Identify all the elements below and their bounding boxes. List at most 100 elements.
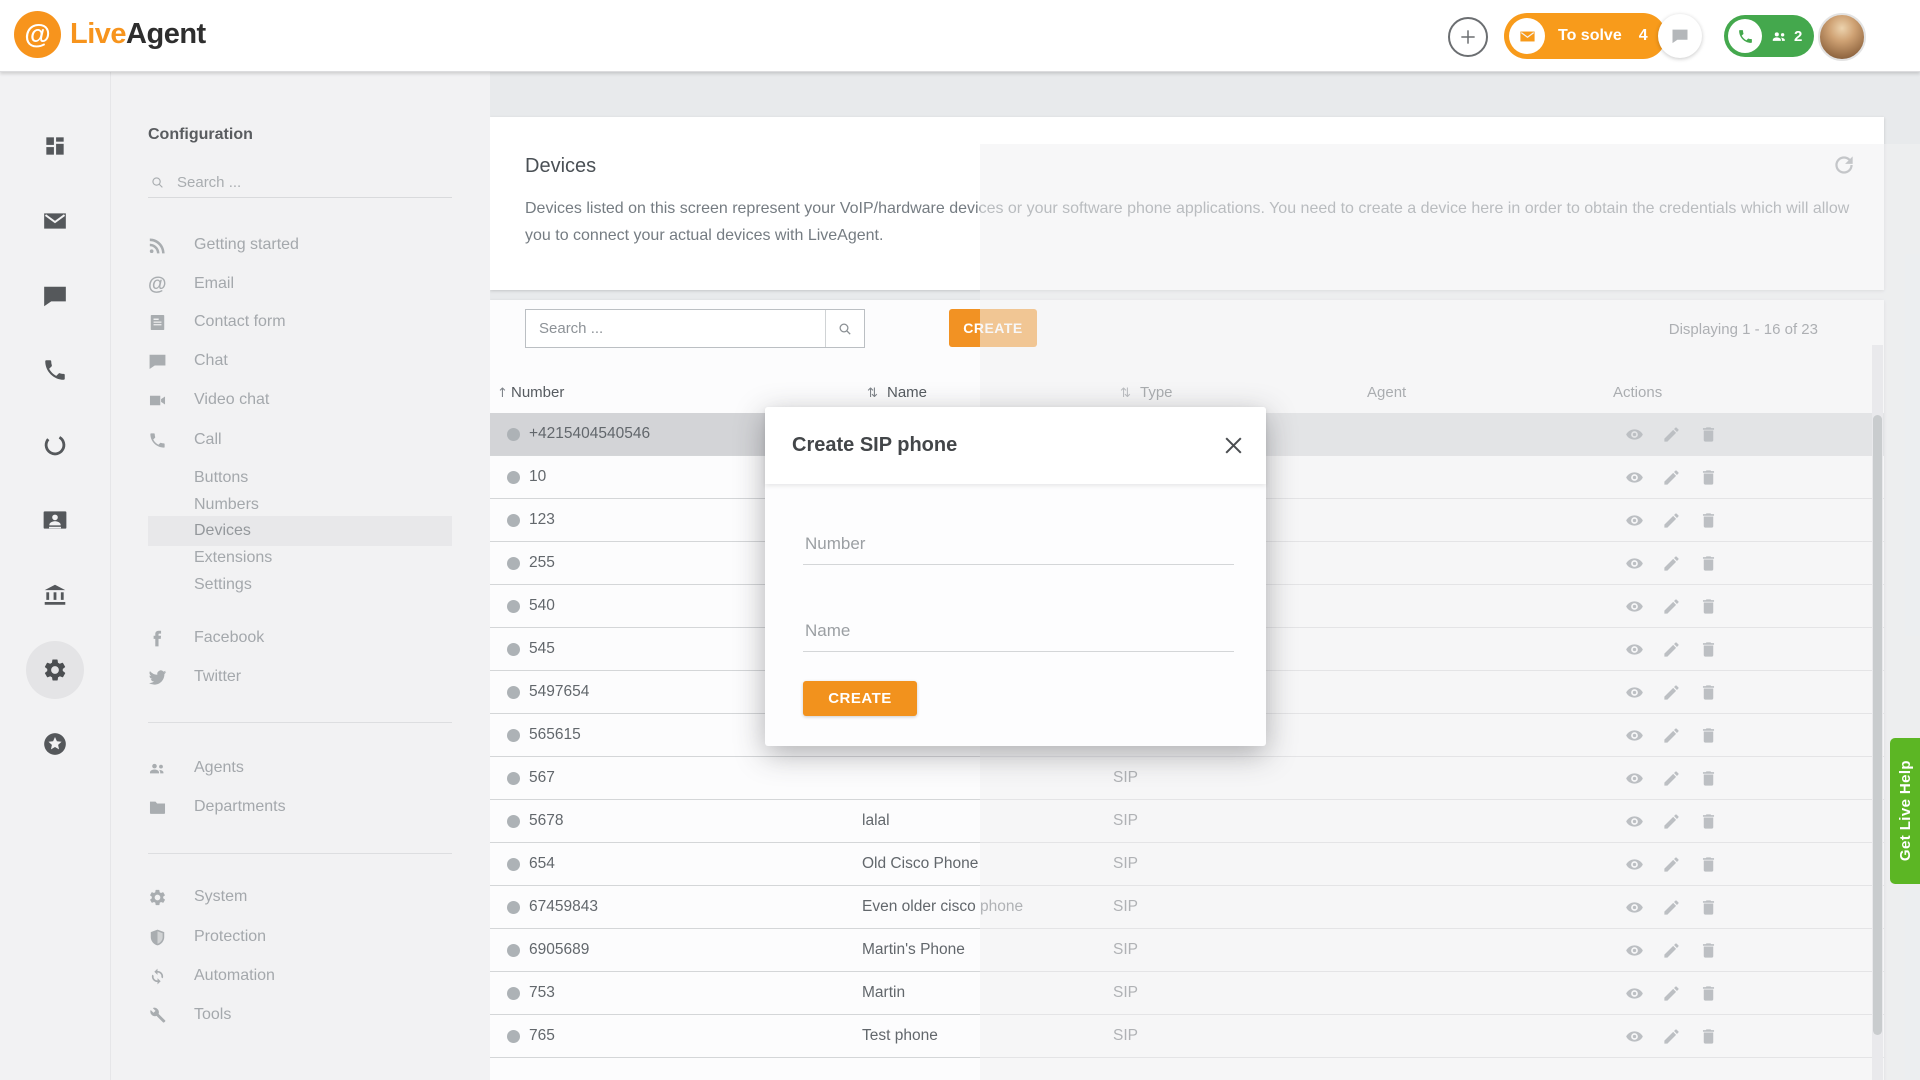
get-live-help-tab[interactable]: Get Live Help: [1890, 738, 1920, 884]
people-icon: [148, 759, 167, 778]
cell-number: 67459843: [529, 886, 598, 928]
add-new-button[interactable]: [1448, 17, 1488, 57]
liveagent-logo[interactable]: @ LiveAgent: [14, 11, 206, 58]
mail-icon: [42, 208, 68, 234]
nav-chat-button[interactable]: [0, 266, 110, 326]
sidebar-item-label: Getting started: [194, 236, 299, 254]
sidebar-item-protection[interactable]: Protection: [148, 922, 452, 952]
sidebar-item-buttons[interactable]: Buttons: [148, 463, 452, 493]
logo-at-glyph: @: [24, 19, 50, 50]
number-field[interactable]: [803, 524, 1234, 565]
status-dot: [507, 944, 520, 957]
sidebar-item-label: System: [194, 888, 247, 906]
sidebar-item-label: Protection: [194, 928, 266, 946]
nav-phone-button[interactable]: [0, 340, 110, 400]
sidebar-item-devices[interactable]: Devices: [148, 516, 452, 546]
name-field[interactable]: [803, 611, 1234, 652]
to-solve-count: 4: [1639, 27, 1648, 45]
sidebar-item-contact-form[interactable]: Contact form: [148, 307, 452, 337]
sidebar-item-label: Facebook: [194, 629, 264, 647]
status-dot: [507, 471, 520, 484]
cell-number: 765: [529, 1015, 555, 1057]
sidebar-item-extensions[interactable]: Extensions: [148, 543, 452, 573]
sidebar-item-settings[interactable]: Settings: [148, 570, 452, 600]
cell-name: Old Cisco Phone: [862, 843, 978, 885]
phone-circle: [1728, 19, 1762, 53]
sort-number[interactable]: ↑: [497, 384, 508, 401]
gear-icon: [148, 888, 167, 907]
sidebar-item-departments[interactable]: Departments: [148, 792, 452, 822]
sidebar-item-label: Twitter: [194, 668, 241, 686]
top-header: @ LiveAgent To solve 4 2: [0, 0, 1920, 72]
chat-bubble-icon: [1671, 27, 1689, 45]
dialog-title: Create SIP phone: [792, 407, 957, 484]
nav-billing-button[interactable]: [0, 565, 110, 625]
sidebar-item-label: Agents: [194, 759, 244, 777]
sidebar-item-tools[interactable]: Tools: [148, 1000, 452, 1030]
sidebar-item-label: Departments: [194, 798, 286, 816]
nav-dashboard-button[interactable]: [0, 116, 110, 176]
chats-button[interactable]: [1658, 14, 1702, 58]
sidebar-item-label: Settings: [194, 576, 252, 594]
cell-number: 5497654: [529, 671, 589, 713]
dashboard-icon: [42, 133, 68, 159]
sidebar-item-twitter[interactable]: Twitter: [148, 662, 452, 692]
search-icon: [837, 321, 853, 337]
cell-name: Martin: [862, 972, 905, 1014]
sidebar-item-label: Contact form: [194, 313, 286, 331]
close-icon[interactable]: [1220, 432, 1247, 459]
sidebar-item-label: Chat: [194, 352, 228, 370]
nav-contacts-button[interactable]: [0, 490, 110, 550]
to-solve-badge[interactable]: To solve 4: [1504, 13, 1666, 59]
cell-number: 545: [529, 628, 555, 670]
calls-badge[interactable]: 2: [1724, 15, 1814, 57]
sync-icon: [148, 967, 167, 986]
wrench-icon: [148, 1006, 167, 1025]
config-search[interactable]: [148, 167, 452, 198]
envelope-circle: [1509, 18, 1545, 54]
sidebar-item-call[interactable]: Call: [148, 425, 452, 455]
cell-name: Martin's Phone: [862, 929, 965, 971]
config-search-input[interactable]: [175, 173, 429, 192]
search-submit[interactable]: [825, 310, 864, 347]
phone-icon: [42, 357, 68, 383]
sidebar-item-email[interactable]: @Email: [148, 269, 452, 299]
cell-name: Test phone: [862, 1015, 938, 1057]
logo-text: LiveAgent: [70, 18, 206, 51]
table-search-input[interactable]: [526, 320, 825, 337]
cell-number: +4215404540546: [529, 413, 650, 455]
nav-settings-button[interactable]: [0, 640, 110, 700]
logo-bubble-icon: @: [14, 11, 61, 58]
envelope-icon: [1519, 28, 1536, 45]
status-dot: [507, 901, 520, 914]
sidebar-item-video-chat[interactable]: Video chat: [148, 385, 452, 415]
sidebar-item-getting-started[interactable]: Getting started: [148, 230, 452, 260]
sidebar-item-system[interactable]: System: [148, 882, 452, 912]
nav-star-button[interactable]: [0, 714, 110, 774]
dialog-create-button[interactable]: CREATE: [803, 681, 917, 716]
cell-number: 255: [529, 542, 555, 584]
table-search[interactable]: [525, 309, 865, 348]
sidebar-item-facebook[interactable]: Facebook: [148, 623, 452, 653]
logo-agent: Agent: [126, 18, 206, 50]
people-icon: [1771, 28, 1788, 45]
sidebar-item-agents[interactable]: Agents: [148, 753, 452, 783]
cell-name: lalal: [862, 800, 890, 842]
sidebar-item-label: Devices: [194, 522, 251, 540]
settings-icon: [42, 657, 68, 683]
create-sip-phone-dialog: Create SIP phone CREATE: [765, 407, 1266, 746]
reports-icon: [42, 432, 68, 458]
sidebar-item-automation[interactable]: Automation: [148, 961, 452, 991]
sidebar-item-label: Extensions: [194, 549, 272, 567]
status-dot: [507, 428, 520, 441]
column-name[interactable]: Name: [887, 384, 927, 401]
sidebar-item-chat[interactable]: Chat: [148, 346, 452, 376]
column-number[interactable]: Number: [511, 384, 564, 401]
nav-mail-button[interactable]: [0, 191, 110, 251]
nav-reports-button[interactable]: [0, 415, 110, 475]
cell-number: 753: [529, 972, 555, 1014]
user-avatar[interactable]: [1818, 13, 1866, 61]
cell-number: 123: [529, 499, 555, 541]
sort-name[interactable]: ⇅: [867, 384, 878, 401]
shield-icon: [148, 928, 167, 947]
